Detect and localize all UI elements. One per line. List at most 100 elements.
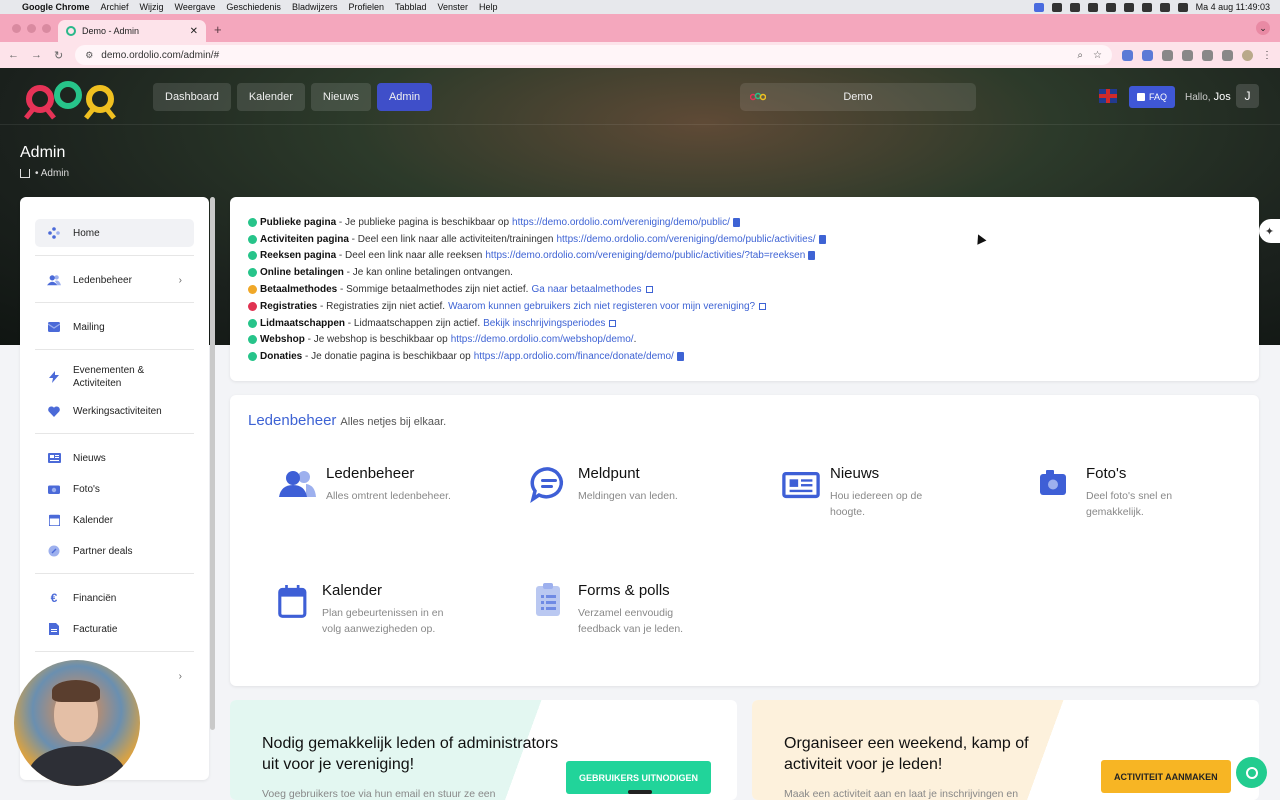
- menu-tabblad[interactable]: Tabblad: [395, 2, 427, 12]
- sidebar-item-mailing[interactable]: Mailing: [35, 313, 194, 341]
- sidebar-item-home[interactable]: Home: [35, 219, 194, 247]
- sparkle-assistant-icon[interactable]: ✦: [1259, 219, 1280, 243]
- browser-tab[interactable]: Demo - Admin ✕: [58, 20, 206, 42]
- uk-flag-icon[interactable]: [1099, 89, 1117, 103]
- support-chat-button[interactable]: [1236, 757, 1267, 788]
- kebab-menu-icon[interactable]: ⋮: [1262, 50, 1272, 61]
- sidebar-item-label: Financiën: [73, 592, 117, 604]
- menu-weergave[interactable]: Weergave: [175, 2, 216, 12]
- menu-help[interactable]: Help: [479, 2, 498, 12]
- create-activity-button[interactable]: ACTIVITEIT AANMAKEN: [1101, 760, 1231, 793]
- menu-profielen[interactable]: Profielen: [348, 2, 384, 12]
- status-link[interactable]: https://demo.ordolio.com/vereniging/demo…: [512, 217, 730, 228]
- back-icon[interactable]: ←: [8, 49, 19, 61]
- status-link[interactable]: Waarom kunnen gebruikers zich niet regis…: [448, 301, 755, 312]
- feature-kalender[interactable]: Kalender Plan gebeurtenissen in en volg …: [278, 582, 462, 637]
- extension-icon[interactable]: [1142, 49, 1153, 61]
- menu-bladwijzers[interactable]: Bladwijzers: [292, 2, 338, 12]
- nav-kalender[interactable]: Kalender: [236, 83, 305, 111]
- status-link[interactable]: Bekijk inschrijvingsperiodes: [483, 318, 605, 329]
- extension-icon[interactable]: [1202, 49, 1213, 61]
- faq-button[interactable]: FAQ: [1129, 86, 1176, 108]
- status-row: Betaalmethodes - Sommige betaalmethodes …: [248, 281, 1241, 298]
- close-tab-icon[interactable]: ✕: [190, 26, 198, 37]
- webcam-overlay: [14, 660, 140, 786]
- sidebar-item-financien[interactable]: € Financiën: [35, 584, 194, 612]
- address-bar[interactable]: ⚙ demo.ordolio.com/admin/# ⌕ ☆: [75, 45, 1112, 65]
- status-row: Reeksen pagina - Deel een link naar alle…: [248, 248, 1241, 265]
- status-link[interactable]: https://app.ordolio.com/finance/donate/d…: [474, 351, 674, 362]
- feature-description: Hou iedereen op de hoogte.: [830, 490, 923, 518]
- status-link[interactable]: Ga naar betaalmethodes: [531, 284, 641, 295]
- screen-record-icon[interactable]: [1033, 2, 1044, 12]
- home-icon[interactable]: [20, 169, 30, 178]
- menu-geschiedenis[interactable]: Geschiedenis: [226, 2, 281, 12]
- menubar-clock[interactable]: Ma 4 aug 11:49:03: [1196, 2, 1270, 12]
- reload-icon[interactable]: ↻: [54, 49, 63, 62]
- copy-icon[interactable]: [808, 251, 816, 261]
- user-avatar[interactable]: J: [1236, 84, 1259, 108]
- zoom-window-icon[interactable]: [42, 24, 51, 33]
- sidebar-item-werkingsactiviteiten[interactable]: Werkingsactiviteiten: [35, 397, 194, 425]
- sidebar-item-facturatie[interactable]: Facturatie: [35, 615, 194, 643]
- url-text[interactable]: demo.ordolio.com/admin/#: [101, 50, 219, 61]
- sidebar-item-ledenbeheer[interactable]: Ledenbeheer ›: [35, 266, 194, 294]
- status-dot-icon: [248, 318, 257, 328]
- ordolio-logo[interactable]: [24, 80, 124, 120]
- feature-nieuws[interactable]: Nieuws Hou iedereen op de hoogte.: [782, 465, 960, 520]
- tab-search-icon[interactable]: ⌄: [1256, 21, 1270, 35]
- status-link[interactable]: https://demo.ordolio.com/vereniging/demo…: [556, 234, 815, 245]
- feature-meldpunt[interactable]: Meldpunt Meldingen van leden.: [530, 465, 708, 505]
- sidebar-item-fotos[interactable]: Foto's: [35, 475, 194, 503]
- menu-venster[interactable]: Venster: [438, 2, 469, 12]
- nav-nieuws[interactable]: Nieuws: [310, 83, 371, 111]
- site-info-icon[interactable]: ⚙: [85, 50, 93, 61]
- new-tab-icon[interactable]: +: [214, 22, 222, 37]
- nav-admin[interactable]: Admin: [376, 83, 433, 111]
- tray-app-icon[interactable]: [1069, 2, 1080, 12]
- feature-forms-polls[interactable]: Forms & polls Verzamel eenvoudig feedbac…: [530, 582, 698, 637]
- sidebar-item-kalender[interactable]: Kalender: [35, 506, 194, 534]
- feature-fotos[interactable]: Foto's Deel foto's snel en gemakkelijk.: [1038, 465, 1216, 520]
- breadcrumb: • Admin: [20, 168, 69, 179]
- copy-icon[interactable]: [732, 217, 740, 227]
- bookmark-star-icon[interactable]: ☆: [1093, 50, 1102, 61]
- profile-avatar-icon[interactable]: [1242, 49, 1253, 61]
- menu-archief[interactable]: Archief: [101, 2, 129, 12]
- forward-icon[interactable]: →: [31, 49, 42, 61]
- external-link-icon[interactable]: [609, 319, 617, 327]
- wifi-icon[interactable]: [1159, 2, 1170, 12]
- promo-title: Organiseer een weekend, kamp of activite…: [784, 735, 1029, 773]
- menu-wijzig[interactable]: Wijzig: [140, 2, 164, 12]
- sidebar-item-partner-deals[interactable]: Partner deals: [35, 537, 194, 565]
- feature-ledenbeheer[interactable]: Ledenbeheer Alles omtrent ledenbeheer.: [278, 465, 456, 505]
- menu-app-name[interactable]: Google Chrome: [22, 2, 90, 12]
- nav-dashboard[interactable]: Dashboard: [153, 83, 231, 111]
- organisation-selector[interactable]: Demo: [740, 83, 976, 111]
- carousel-indicator[interactable]: [628, 790, 652, 794]
- tray-app-icon[interactable]: [1087, 2, 1098, 12]
- status-link[interactable]: https://demo.ordolio.com/webshop/demo/: [451, 334, 634, 345]
- copy-icon[interactable]: [676, 352, 684, 362]
- tray-app-icon[interactable]: [1051, 2, 1062, 12]
- tray-app-icon[interactable]: [1105, 2, 1116, 12]
- sidebar-item-evenementen[interactable]: Evenementen & Activiteiten: [35, 360, 194, 394]
- external-link-icon[interactable]: [759, 302, 767, 310]
- extension-icon[interactable]: [1122, 49, 1133, 61]
- tray-app-icon[interactable]: [1141, 2, 1152, 12]
- tray-app-icon[interactable]: [1123, 2, 1134, 12]
- extension-icon[interactable]: [1182, 49, 1193, 61]
- external-link-icon[interactable]: [645, 286, 653, 294]
- status-label: Activiteiten pagina: [260, 233, 349, 245]
- puzzle-icon[interactable]: [1222, 49, 1233, 61]
- euro-icon: €: [50, 591, 58, 605]
- sidebar-scrollbar[interactable]: [210, 197, 215, 730]
- copy-icon[interactable]: [818, 234, 826, 244]
- zoom-icon[interactable]: ⌕: [1077, 50, 1083, 61]
- extension-icon[interactable]: [1162, 49, 1173, 61]
- search-icon[interactable]: [1177, 2, 1188, 12]
- minimize-window-icon[interactable]: [27, 24, 36, 33]
- sidebar-item-nieuws[interactable]: Nieuws: [35, 444, 194, 472]
- status-link[interactable]: https://demo.ordolio.com/vereniging/demo…: [485, 250, 805, 261]
- close-window-icon[interactable]: [12, 24, 21, 33]
